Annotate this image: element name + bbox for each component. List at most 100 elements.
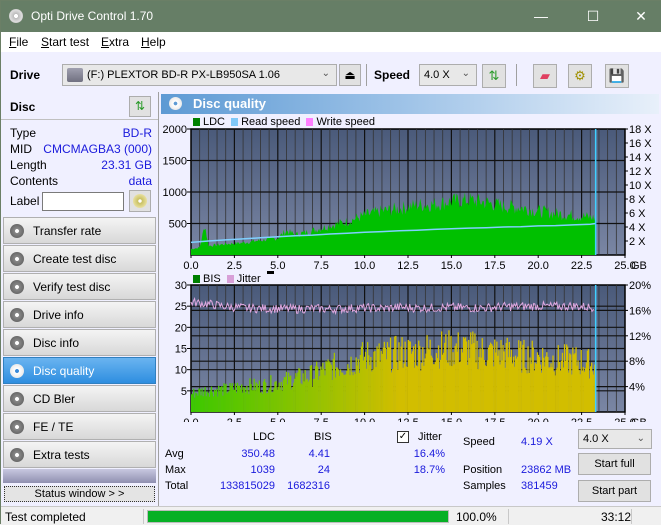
chevron-down-icon: ⌄ (636, 433, 645, 444)
disc-header: Disc ⇅ (1, 92, 158, 120)
menu-extra-rest: xtra (109, 35, 130, 49)
y2-tick-label: 14 X (629, 152, 652, 164)
nav-drive-info[interactable]: Drive info (3, 301, 156, 328)
nav-verify-test-disc[interactable]: Verify test disc (3, 273, 156, 300)
max-jitter: 18.7% (413, 464, 445, 476)
nav-label: Extra tests (33, 448, 90, 462)
separator (508, 509, 509, 524)
nav-disc-info[interactable]: Disc info (3, 329, 156, 356)
toolbar: Drive (F:) PLEXTOR BD-R PX-LB950SA 1.06 … (1, 52, 661, 92)
y2-tick-label: 8% (629, 356, 645, 368)
left-panel: Disc ⇅ Type BD-R MID CMCMAGBA3 (000) Len… (1, 92, 158, 506)
menu-file-rest: ile (16, 35, 29, 49)
eject-button[interactable]: ⏏ (339, 64, 361, 86)
max-bis: 24 (317, 464, 330, 476)
max-ldc: 1039 (250, 464, 275, 476)
disc-icon (10, 224, 24, 238)
disc-refresh-button[interactable]: ⇅ (129, 96, 151, 117)
y-tick-label: 2000 (163, 124, 187, 136)
disc-title: Disc (10, 100, 36, 114)
disc-icon (10, 448, 24, 462)
menu-file[interactable]: File (9, 35, 28, 49)
status-window-button[interactable]: Status window > > (4, 486, 155, 502)
position-value: 23862 MB (521, 464, 572, 476)
maximize-button[interactable]: ☐ (578, 5, 608, 27)
disc-label-label: Label (10, 194, 40, 208)
total-label: Total (165, 480, 189, 492)
start-part-button[interactable]: Start part (578, 480, 651, 502)
save-button[interactable]: 💾 (605, 64, 629, 88)
disc-icon (10, 392, 24, 406)
y2-tick-label: 16 X (629, 138, 652, 150)
x-tick-label: 17.5 (484, 260, 505, 272)
x-tick-label: 2.5 (227, 417, 242, 422)
y2-tick-label: 12 X (629, 166, 652, 178)
disc-icon (10, 336, 24, 350)
nav-filler (3, 469, 156, 483)
disc-icon (10, 308, 24, 322)
jitter-checkbox[interactable]: ✓ (397, 431, 409, 443)
col-bis-header: BIS (314, 431, 332, 443)
separator (143, 509, 144, 524)
disc-icon (133, 194, 147, 208)
minimize-button[interactable]: — (526, 5, 556, 27)
start-full-button[interactable]: Start full (578, 453, 651, 475)
menu-extra-key: E (101, 35, 110, 49)
y-tick-label: 30 (175, 280, 187, 292)
disc-contents-value: data (128, 174, 152, 188)
erase-button[interactable]: ▰ (533, 64, 557, 88)
nav-cd-bler[interactable]: CD Bler (3, 385, 156, 412)
y-tick-label: 500 (169, 219, 187, 231)
status-text: Test completed (5, 510, 86, 524)
nav-fe-te[interactable]: FE / TE (3, 413, 156, 440)
drive-icon (67, 68, 83, 82)
drive-label: Drive (10, 68, 41, 82)
progress-percent: 100.0% (456, 510, 497, 524)
gears-icon: ⚙ (574, 68, 586, 83)
menu-start-test[interactable]: Start test (41, 35, 89, 49)
test-speed-select[interactable]: 4.0 X ⌄ (578, 429, 652, 449)
close-button[interactable]: ✕ (626, 5, 656, 27)
menu-extra[interactable]: Extra (101, 35, 129, 49)
chevron-down-icon: ⌄ (461, 68, 470, 79)
disc-icon (10, 364, 24, 378)
nav-extra-tests[interactable]: Extra tests (3, 441, 156, 468)
refresh-arrows-icon: ⇅ (134, 99, 146, 113)
total-ldc: 133815029 (219, 480, 275, 492)
disc-mid-value: CMCMAGBA3 (000) (43, 142, 152, 156)
disc-label-button[interactable] (129, 190, 151, 212)
x-unit-label: GB (631, 417, 647, 422)
separator (631, 509, 632, 524)
nav-transfer-rate[interactable]: Transfer rate (3, 217, 156, 244)
app-icon (9, 9, 23, 23)
nav-label: CD Bler (33, 392, 76, 406)
y-tick-label: 20 (175, 322, 187, 334)
x-tick-label: 15.0 (441, 260, 462, 272)
x-tick-label: 15.0 (441, 417, 462, 422)
menu-start-test-key: S (41, 35, 50, 49)
drive-select[interactable]: (F:) PLEXTOR BD-R PX-LB950SA 1.06 ⌄ (62, 64, 337, 86)
x-tick-label: 22.5 (571, 417, 592, 422)
nav-create-test-disc[interactable]: Create test disc (3, 245, 156, 272)
speed-select[interactable]: 4.0 X ⌄ (419, 64, 477, 86)
samples-value: 381459 (521, 480, 558, 492)
settings-button[interactable]: ⚙ (568, 64, 592, 88)
disc-mid-label: MID (10, 142, 32, 156)
speed-label: Speed (374, 68, 411, 82)
test-speed-value: 4.0 X (583, 433, 609, 445)
eject-icon: ⏏ (344, 68, 356, 82)
avg-bis: 4.41 (308, 448, 330, 460)
menu-help[interactable]: Help (141, 35, 166, 49)
menu-help-key: H (141, 35, 150, 49)
x-tick-label: 22.5 (571, 260, 592, 272)
separator (366, 64, 367, 86)
x-tick-label: 5.0 (270, 417, 285, 422)
jitter-label: Jitter (418, 431, 442, 443)
avg-ldc: 350.48 (241, 448, 275, 460)
disc-label-input[interactable] (42, 192, 124, 211)
refresh-button[interactable]: ⇅ (482, 64, 506, 88)
nav-disc-quality[interactable]: Disc quality (3, 357, 156, 384)
checkmark-icon: ✓ (398, 431, 408, 442)
samples-label: Samples (463, 480, 506, 492)
total-bis: 1682316 (287, 480, 330, 492)
